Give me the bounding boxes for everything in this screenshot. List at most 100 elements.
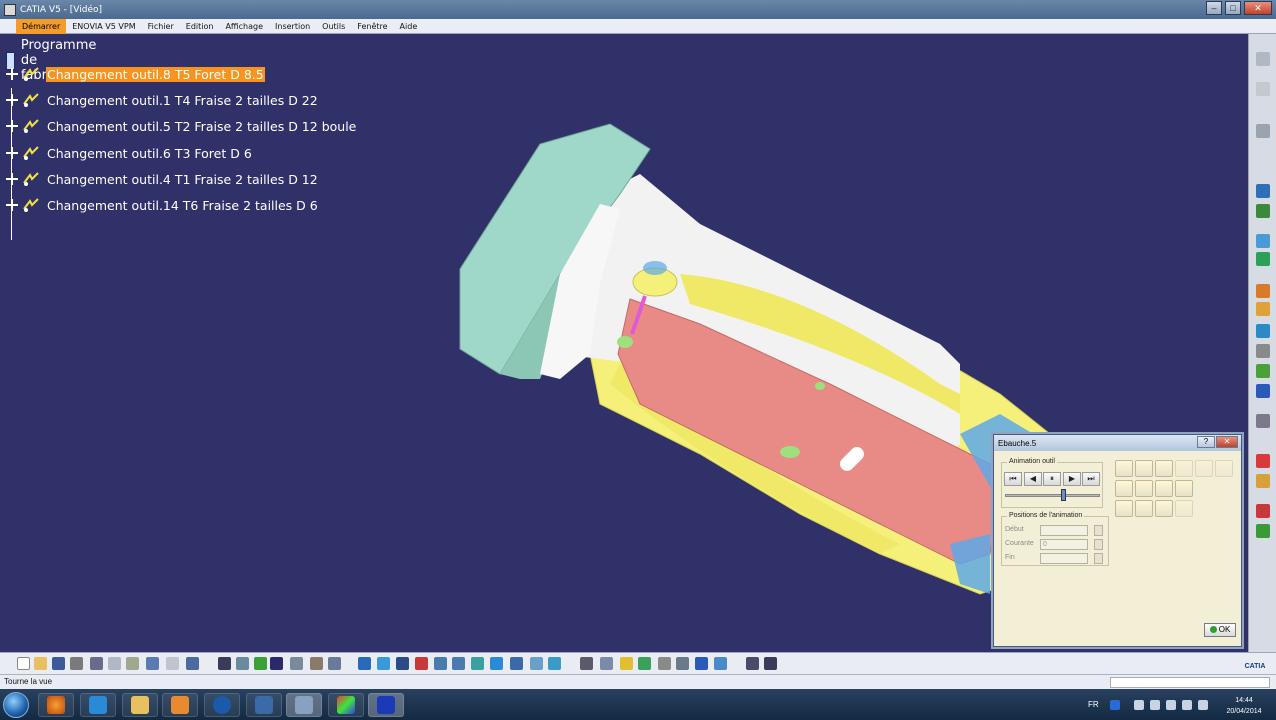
fin-field[interactable] <box>1040 553 1088 564</box>
save-icon[interactable] <box>52 657 65 670</box>
cutter-compensation-icon[interactable] <box>658 657 671 670</box>
debut-pick-button[interactable] <box>1094 525 1103 536</box>
menu-enovia[interactable]: ENOVIA V5 VPM <box>66 19 141 34</box>
maximize-button[interactable]: □ <box>1225 1 1241 15</box>
video-simulation-icon[interactable] <box>638 657 651 670</box>
dialog-close-button[interactable]: ✕ <box>1216 436 1238 448</box>
tool-holder-icon[interactable] <box>1135 500 1153 517</box>
tree-item-tool-change-4[interactable]: Changement outil.4 T1 Fraise 2 tailles D… <box>6 170 319 188</box>
toolpath-icon[interactable] <box>1256 252 1270 266</box>
tool-axis-icon[interactable] <box>1135 460 1153 477</box>
pan-icon[interactable] <box>396 657 409 670</box>
zoom-in-icon[interactable] <box>434 657 447 670</box>
tapping-icon[interactable] <box>1256 384 1270 398</box>
workbench-icon[interactable] <box>1256 52 1270 66</box>
rotate-icon[interactable] <box>415 657 428 670</box>
material-removal-icon[interactable] <box>1175 460 1193 477</box>
analysis-icon[interactable] <box>1115 480 1133 497</box>
cut-icon[interactable] <box>90 657 103 670</box>
animation-slider-thumb[interactable] <box>1061 489 1066 501</box>
courante-field[interactable]: 0 <box>1040 539 1088 550</box>
wifi-icon[interactable] <box>1182 700 1192 710</box>
clock[interactable]: 14:44 20/04/2014 <box>1216 695 1272 717</box>
tree-item-tool-change-8[interactable]: Changement outil.8 T5 Foret D 8.5 <box>6 65 265 83</box>
machine-icon[interactable] <box>1256 184 1270 198</box>
taskbar-firefox[interactable] <box>38 693 74 717</box>
display-icon[interactable] <box>1166 700 1176 710</box>
menu-fichier[interactable]: Fichier <box>142 19 180 34</box>
expand-icon[interactable] <box>6 120 18 132</box>
network-icon[interactable] <box>1110 700 1120 710</box>
fit-all-icon[interactable] <box>377 657 390 670</box>
simulation-icon[interactable] <box>1256 414 1270 428</box>
expand-icon[interactable] <box>6 147 18 159</box>
tool-motion-icon[interactable] <box>600 657 613 670</box>
gouge-check-icon[interactable] <box>1175 500 1193 517</box>
close-button[interactable]: ✕ <box>1244 1 1272 15</box>
menu-insertion[interactable]: Insertion <box>269 19 316 34</box>
taskbar-explorer[interactable] <box>122 693 158 717</box>
tool-path-icon[interactable] <box>1155 460 1173 477</box>
copy-icon[interactable] <box>108 657 121 670</box>
facing-icon[interactable] <box>1256 324 1270 338</box>
menu-edition[interactable]: Edition <box>180 19 220 34</box>
gear-icon[interactable] <box>1256 124 1270 138</box>
zoom-out-icon[interactable] <box>452 657 465 670</box>
last-frame-button[interactable]: ⏭ <box>1082 472 1100 486</box>
fin-pick-button[interactable] <box>1094 553 1103 564</box>
macro-icon[interactable] <box>328 657 341 670</box>
taskbar-tasks[interactable] <box>246 693 282 717</box>
taskbar-catia[interactable] <box>286 693 322 717</box>
documentation-icon[interactable] <box>714 657 727 670</box>
nc-macro-icon[interactable] <box>620 657 633 670</box>
menu-fenetre[interactable]: Fenêtre <box>351 19 393 34</box>
expand-icon[interactable] <box>6 173 18 185</box>
first-frame-button[interactable]: ⏮ <box>1004 472 1022 486</box>
tool-display-icon[interactable] <box>1115 460 1133 477</box>
animation-slider-track[interactable] <box>1005 494 1100 497</box>
nc-output-icon[interactable] <box>1256 504 1270 518</box>
taskbar-hp[interactable] <box>204 693 240 717</box>
volume-icon[interactable] <box>1198 700 1208 710</box>
part-operation-icon[interactable] <box>1256 204 1270 218</box>
open-file-icon[interactable] <box>34 657 47 670</box>
tree-item-tool-change-1[interactable]: Changement outil.1 T4 Fraise 2 tailles D… <box>6 91 319 109</box>
menu-demarrer[interactable]: Démarrer <box>16 18 67 34</box>
redo-icon[interactable] <box>166 657 179 670</box>
table-icon[interactable] <box>580 657 593 670</box>
tree-item-tool-change-14[interactable]: Changement outil.14 T6 Fraise 2 tailles … <box>6 196 319 214</box>
apt-output-icon[interactable] <box>676 657 689 670</box>
flag-icon[interactable] <box>1150 700 1160 710</box>
tree-item-tool-change-5[interactable]: Changement outil.5 T2 Fraise 2 tailles D… <box>6 117 357 135</box>
nc-code-icon[interactable] <box>695 657 708 670</box>
fly-mode-icon[interactable] <box>358 657 371 670</box>
language-indicator[interactable]: FR <box>1088 700 1099 709</box>
start-button[interactable] <box>3 692 29 718</box>
comment-icon[interactable] <box>236 657 249 670</box>
machining-filter-icon[interactable] <box>1155 500 1173 517</box>
hide-show-icon[interactable] <box>530 657 543 670</box>
knowledge-icon[interactable] <box>290 657 303 670</box>
expand-icon[interactable] <box>6 199 18 211</box>
drilling-icon[interactable] <box>1256 364 1270 378</box>
video-icon[interactable] <box>1256 474 1270 488</box>
menu-outils[interactable]: Outils <box>316 19 351 34</box>
menu-aide[interactable]: Aide <box>394 19 424 34</box>
collision-icon[interactable] <box>1175 480 1193 497</box>
contouring-icon[interactable] <box>1256 344 1270 358</box>
expand-icon[interactable] <box>6 68 18 80</box>
menu-affichage[interactable]: Affichage <box>219 19 269 34</box>
tray-expand-icon[interactable] <box>1134 700 1144 710</box>
undo-icon[interactable] <box>146 657 159 670</box>
photo-mode-icon[interactable] <box>1215 460 1233 477</box>
pause-button[interactable]: ⏸ <box>1043 472 1061 486</box>
program-icon[interactable] <box>1256 234 1270 248</box>
camera-icon[interactable] <box>1115 500 1133 517</box>
formula-icon[interactable] <box>218 657 231 670</box>
catalog-icon[interactable] <box>270 657 283 670</box>
manage-icon[interactable] <box>764 657 777 670</box>
play-button[interactable]: ▶ <box>1063 472 1081 486</box>
video-mode-icon[interactable] <box>1195 460 1213 477</box>
iso-view-icon[interactable] <box>490 657 503 670</box>
whats-this-icon[interactable] <box>186 657 199 670</box>
